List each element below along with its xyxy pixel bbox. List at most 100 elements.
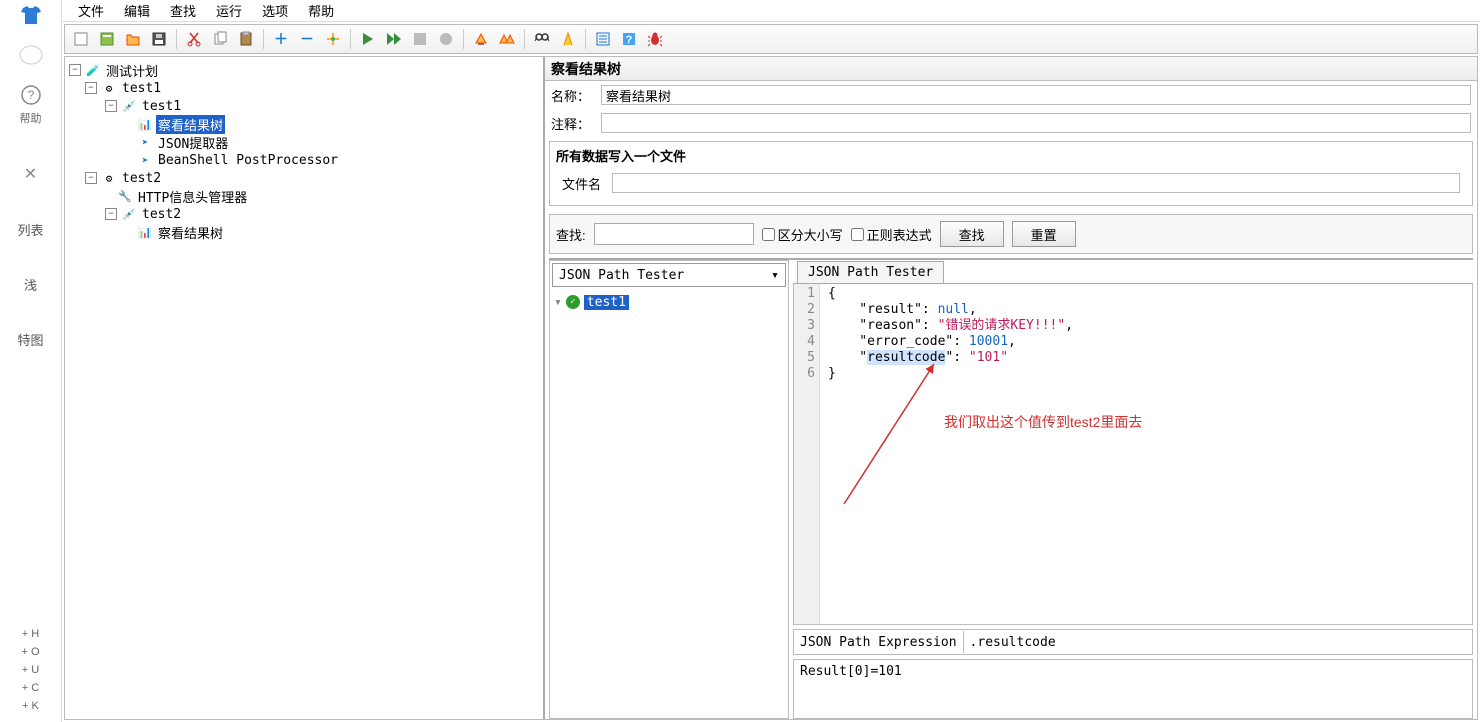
tree-test2-group[interactable]: − ⚙ test2: [65, 169, 543, 187]
toggle-icon[interactable]: ▾: [554, 295, 562, 310]
rail-watermark-item[interactable]: [17, 44, 45, 66]
menu-options[interactable]: 选项: [254, 0, 296, 22]
results-panel: JSON Path Tester ▾ ▾ ✓ test1: [549, 260, 789, 719]
copy-icon[interactable]: [208, 27, 232, 51]
result-list[interactable]: ▾ ✓ test1: [550, 289, 788, 718]
collapse-icon[interactable]: －: [295, 27, 319, 51]
arrow-right-icon: ➤: [137, 135, 153, 149]
result-item-test1[interactable]: ▾ ✓ test1: [554, 293, 784, 311]
json-response-viewer[interactable]: 123456 { "result": null, "reason": "错误的请…: [793, 284, 1473, 625]
json-path-result: Result[0]=101: [793, 659, 1473, 719]
tree-test2-sampler[interactable]: − 💉 test2: [65, 205, 543, 223]
tshirt-icon: [17, 4, 45, 26]
gear-icon: ⚙: [101, 171, 117, 185]
watermark-icon: [17, 44, 45, 66]
open-icon[interactable]: [121, 27, 145, 51]
search-icon[interactable]: [530, 27, 554, 51]
json-path-expr-input[interactable]: [963, 631, 1472, 653]
tree-json-extractor[interactable]: ➤ JSON提取器: [65, 133, 543, 151]
function-icon[interactable]: [591, 27, 615, 51]
toggle-icon[interactable]: −: [69, 64, 81, 76]
shutdown-icon[interactable]: [434, 27, 458, 51]
regex-checkbox[interactable]: [851, 228, 864, 241]
right-panel: 察看结果树 名称： 注释： 所有数据写入一个文件 文件名: [545, 57, 1477, 719]
tree-json-extractor-label: JSON提取器: [156, 133, 230, 152]
detail-panel: JSON Path Tester 123456 { "result": null…: [793, 260, 1473, 719]
search-input[interactable]: [594, 223, 754, 245]
chart-icon: 📊: [137, 117, 153, 131]
toggle-icon[interactable]: −: [85, 82, 97, 94]
rail-list-label[interactable]: 列表: [17, 220, 43, 239]
cut-icon[interactable]: [182, 27, 206, 51]
tree-result-tree-2[interactable]: 📊 察看结果树: [65, 223, 543, 241]
tree-root[interactable]: − 🧪 测试计划: [65, 61, 543, 79]
tree-beanshell-pp-label: BeanShell PostProcessor: [156, 153, 340, 168]
search-label: 查找:: [556, 225, 586, 244]
tab-json-path-tester[interactable]: JSON Path Tester: [797, 261, 944, 283]
help-circle-icon: ?: [17, 84, 45, 106]
save-icon[interactable]: [147, 27, 171, 51]
shortcut-k: + K: [22, 700, 39, 712]
tree-test1-group[interactable]: − ⚙ test1: [65, 79, 543, 97]
paste-icon[interactable]: [234, 27, 258, 51]
bug-icon[interactable]: [643, 27, 667, 51]
start-icon[interactable]: [356, 27, 380, 51]
expand-icon[interactable]: ＋: [269, 27, 293, 51]
json-path-expr-label: JSON Path Expression: [794, 635, 963, 650]
svg-text:?: ?: [626, 34, 633, 46]
name-input[interactable]: [601, 85, 1471, 105]
tree-result-tree-2-label: 察看结果树: [156, 223, 225, 242]
toggle-icon[interactable]: −: [105, 208, 117, 220]
gear-icon: ⚙: [101, 81, 117, 95]
svg-text:?: ?: [27, 88, 34, 102]
pipette-icon: 💉: [121, 99, 137, 113]
tree-http-header-label: HTTP信息头管理器: [136, 187, 249, 206]
left-rail: ? 帮助 ✕ 列表 浅 特图 + H + O + U + C + K: [0, 0, 62, 722]
clear-all-icon[interactable]: [495, 27, 519, 51]
rail-gantt-label[interactable]: 特图: [17, 330, 43, 349]
renderer-dropdown[interactable]: JSON Path Tester ▾: [552, 263, 786, 287]
dropdown-value: JSON Path Tester: [559, 268, 684, 283]
shortcut-c: + C: [22, 682, 39, 694]
search-reset-icon[interactable]: [556, 27, 580, 51]
help-icon[interactable]: ?: [617, 27, 641, 51]
menu-edit[interactable]: 编辑: [116, 0, 158, 22]
menu-run[interactable]: 运行: [208, 0, 250, 22]
filename-input[interactable]: [612, 173, 1460, 193]
tree-test1-sampler[interactable]: − 💉 test1: [65, 97, 543, 115]
rail-shirt-item[interactable]: [17, 4, 45, 26]
menu-file[interactable]: 文件: [70, 0, 112, 22]
search-button[interactable]: 查找: [940, 221, 1004, 247]
new-icon[interactable]: [69, 27, 93, 51]
tree-test2-sampler-label: test2: [140, 207, 183, 222]
tree-test1-group-label: test1: [120, 81, 163, 96]
tree-root-label: 测试计划: [104, 61, 160, 80]
success-icon: ✓: [566, 295, 580, 309]
stop-icon[interactable]: [408, 27, 432, 51]
tree-http-header[interactable]: 🔧 HTTP信息头管理器: [65, 187, 543, 205]
menu-search[interactable]: 查找: [162, 0, 204, 22]
tree-beanshell-pp[interactable]: ➤ BeanShell PostProcessor: [65, 151, 543, 169]
template-icon[interactable]: [95, 27, 119, 51]
case-sensitive-checkbox[interactable]: [762, 228, 775, 241]
reset-button[interactable]: 重置: [1012, 221, 1076, 247]
shortcut-o: + O: [21, 646, 39, 658]
file-fieldset: 所有数据写入一个文件 文件名: [549, 141, 1473, 206]
comment-input[interactable]: [601, 113, 1471, 133]
code-body[interactable]: { "result": null, "reason": "错误的请求KEY!!!…: [820, 284, 1472, 624]
rail-shortcuts: + H + O + U + C + K: [21, 628, 39, 722]
filename-label: 文件名: [562, 174, 606, 193]
tree-result-tree-1[interactable]: 📊 察看结果树: [65, 115, 543, 133]
rail-close-icon[interactable]: ✕: [24, 164, 37, 184]
test-plan-tree[interactable]: − 🧪 测试计划 − ⚙ test1 − 💉 test1 📊 察看结果树: [65, 57, 545, 719]
rail-list2-label[interactable]: 浅: [24, 275, 37, 294]
toggle-icon[interactable]: −: [85, 172, 97, 184]
tree-result-tree-1-label: 察看结果树: [156, 115, 225, 134]
tree-test1-sampler-label: test1: [140, 99, 183, 114]
menu-help[interactable]: 帮助: [300, 0, 342, 22]
clear-icon[interactable]: [469, 27, 493, 51]
toggle-icon[interactable]: −: [105, 100, 117, 112]
toggle-icon[interactable]: [321, 27, 345, 51]
start-no-pause-icon[interactable]: [382, 27, 406, 51]
rail-help-item[interactable]: ? 帮助: [17, 84, 45, 126]
